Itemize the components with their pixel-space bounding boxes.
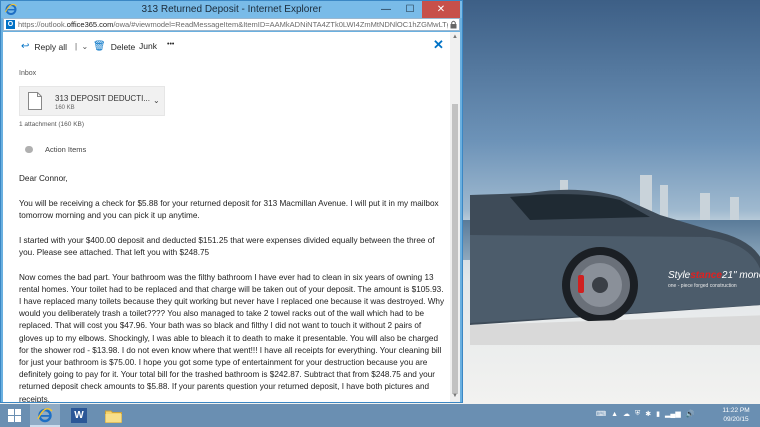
message-toolbar: ↩ Reply all | ⌄ 🗑 Delete Junk ••• ✕ xyxy=(3,32,450,59)
maximize-button[interactable]: ☐ xyxy=(398,1,422,18)
vertical-scrollbar[interactable]: ▲ ▼ xyxy=(450,32,460,402)
clock-time: 11:22 PM xyxy=(722,407,750,414)
chat-bubble-icon xyxy=(25,146,33,153)
clock-date: 09/20/15 xyxy=(723,416,749,423)
greeting: Dear Connor, xyxy=(19,174,68,183)
scroll-thumb[interactable] xyxy=(452,104,458,394)
url-prefix: https://outlook. xyxy=(18,20,67,29)
action-items[interactable]: Action Items xyxy=(25,145,86,154)
windows-logo-icon xyxy=(7,409,21,422)
document-icon xyxy=(28,92,42,110)
body-paragraph: Now comes the bad part. Your bathroom wa… xyxy=(19,272,445,402)
taskbar: W ⌨ ▲ ☁ ⛨ ✱ ▮ ▂▄▆ 🔊 11:22 PM 09/20/15 xyxy=(0,404,760,427)
chevron-down-icon[interactable]: | ⌄ xyxy=(75,42,88,51)
taskbar-file-explorer[interactable] xyxy=(98,404,128,427)
tray-overflow-icon[interactable]: ▲ xyxy=(611,411,618,418)
system-tray: ⌨ ▲ ☁ ⛨ ✱ ▮ ▂▄▆ 🔊 xyxy=(596,410,694,418)
folder-label: Inbox xyxy=(19,70,37,77)
window-controls: — ☐ ✕ xyxy=(374,1,460,18)
message-body: Dear Connor, You will be receiving a che… xyxy=(19,173,447,402)
wallpaper-brand-text: Stylestance21" mono xyxy=(668,270,760,281)
delete-label: Delete xyxy=(110,41,136,52)
power-icon[interactable]: ▮ xyxy=(656,410,660,418)
onedrive-icon[interactable]: ☁ xyxy=(623,410,630,418)
car-image xyxy=(470,189,760,345)
close-message-button[interactable]: ✕ xyxy=(433,37,444,53)
trash-icon: 🗑 xyxy=(93,41,106,52)
taskbar-word[interactable]: W xyxy=(64,404,94,427)
attachment-summary[interactable]: 1 attachment (160 KB) xyxy=(19,121,84,128)
action-items-label: Action Items xyxy=(45,145,87,154)
internet-explorer-icon xyxy=(37,407,53,422)
word-icon: W xyxy=(71,408,87,423)
address-bar[interactable]: O https://outlook.office365.com/owa/#vie… xyxy=(3,18,460,31)
title-bar[interactable]: 313 Returned Deposit - Internet Explorer… xyxy=(1,1,462,18)
taskbar-internet-explorer[interactable] xyxy=(30,404,60,427)
reply-all-button[interactable]: ↩ Reply all | ⌄ xyxy=(21,41,88,52)
url-domain: office365.com xyxy=(66,20,114,29)
taskbar-clock[interactable]: 11:22 PM 09/20/15 xyxy=(714,406,758,424)
close-window-button[interactable]: ✕ xyxy=(422,1,460,18)
volume-icon[interactable]: 🔊 xyxy=(686,410,695,418)
start-button[interactable] xyxy=(0,404,28,427)
minimize-button[interactable]: — xyxy=(374,1,398,18)
reply-all-icon: ↩ xyxy=(21,41,30,52)
scroll-up-icon[interactable]: ▲ xyxy=(452,34,458,40)
wallpaper-brand-subtitle: one - piece forged construction xyxy=(668,283,737,289)
reply-all-label: Reply all xyxy=(34,41,67,52)
junk-button[interactable]: Junk xyxy=(139,41,157,51)
folder-icon xyxy=(104,410,122,423)
url-path: /owa/#viewmodel=ReadMessageItem&ItemID=A… xyxy=(113,20,448,29)
more-icon: ••• xyxy=(167,41,175,48)
outlook-favicon-icon: O xyxy=(6,20,15,29)
network-icon[interactable]: ▂▄▆ xyxy=(665,410,681,418)
keyboard-icon[interactable]: ⌨ xyxy=(596,410,606,418)
attachment-size: 160 KB xyxy=(55,105,75,111)
page-content: ↩ Reply all | ⌄ 🗑 Delete Junk ••• ✕ Inbo… xyxy=(3,32,460,402)
address-url[interactable]: https://outlook.office365.com/owa/#viewm… xyxy=(18,20,448,29)
attachment-card[interactable]: 313 DEPOSIT DEDUCTI... 160 KB ⌄ xyxy=(19,86,165,116)
junk-label: Junk xyxy=(139,41,157,51)
delete-button[interactable]: 🗑 Delete xyxy=(93,41,135,52)
more-options-button[interactable]: ••• xyxy=(167,41,174,48)
chevron-down-icon[interactable]: ⌄ xyxy=(153,96,160,105)
scroll-down-icon[interactable]: ▼ xyxy=(452,393,458,399)
lock-icon[interactable] xyxy=(450,20,457,29)
body-paragraph: You will be receiving a check for $5.88 … xyxy=(19,198,439,220)
bluetooth-icon[interactable]: ✱ xyxy=(645,410,651,418)
body-paragraph: I started with your $400.00 deposit and … xyxy=(19,235,435,257)
security-icon[interactable]: ⛨ xyxy=(635,410,640,418)
browser-window: 313 Returned Deposit - Internet Explorer… xyxy=(0,0,463,403)
attachment-name: 313 DEPOSIT DEDUCTI... xyxy=(55,94,150,103)
